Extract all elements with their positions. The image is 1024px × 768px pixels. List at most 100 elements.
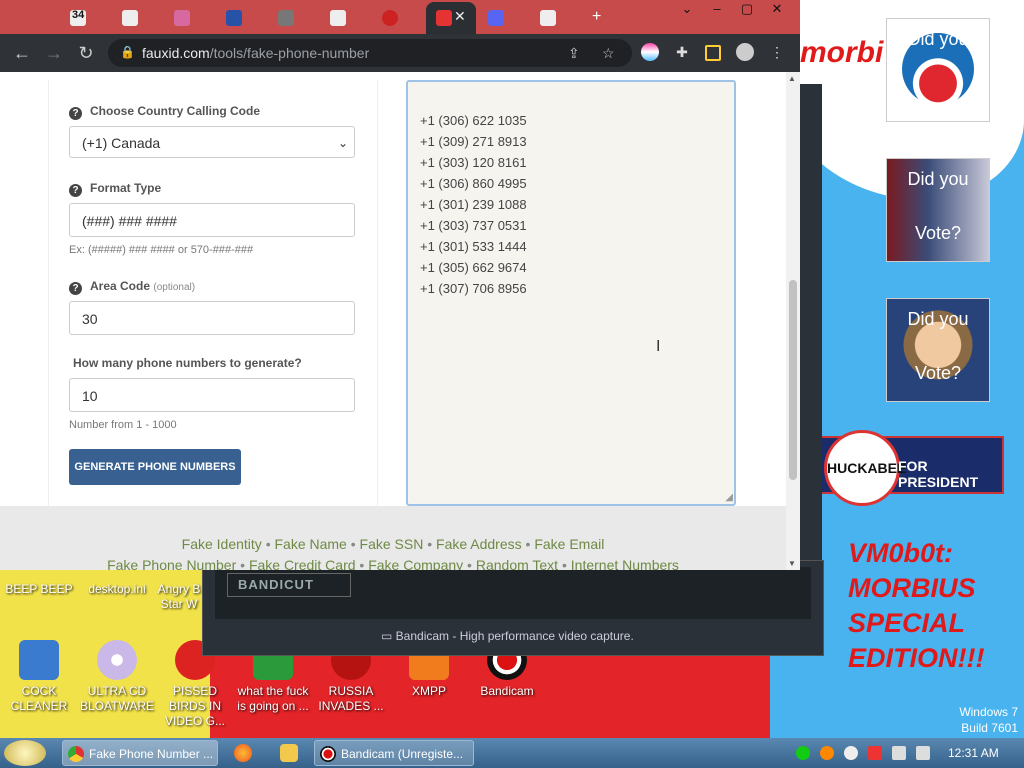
footer-link-fake-identity[interactable]: Fake Identity	[182, 536, 262, 552]
tray-smiley-icon[interactable]	[844, 746, 858, 760]
reload-icon[interactable]: ↻	[74, 42, 98, 64]
profile-avatar-icon[interactable]	[736, 43, 754, 61]
fauxid-icon	[436, 10, 452, 26]
url-text: fauxid.com/tools/fake-phone-number	[142, 45, 370, 61]
tab-4[interactable]	[216, 6, 258, 30]
footer-link-fake-address[interactable]: Fake Address	[436, 536, 522, 552]
footer-link-internet-numbers[interactable]: Internet Numbers	[571, 557, 679, 570]
ad-text: Did you	[907, 169, 969, 189]
help-icon[interactable]: ?	[69, 184, 82, 197]
tab-3[interactable]	[164, 6, 206, 30]
tab-7[interactable]	[372, 6, 414, 30]
windows-build: Build 7601	[961, 721, 1018, 735]
share-icon[interactable]: ⇪	[568, 45, 580, 62]
bandicam-tooltip: ▭ Bandicam - High performance video capt…	[381, 629, 634, 643]
count-label: How many phone numbers to generate?	[73, 356, 302, 370]
tab-10[interactable]	[530, 6, 572, 30]
ad-text: Vote?	[914, 223, 962, 243]
separator: •	[350, 536, 356, 552]
text-cursor-icon: I	[656, 338, 661, 355]
footer-link-fake-name[interactable]: Fake Name	[274, 536, 346, 552]
taskbar-bandicam[interactable]: Bandicam (Unregiste...	[314, 740, 474, 766]
desktop-icon-beep-beep[interactable]: BEEP BEEP	[0, 582, 78, 597]
tab-9[interactable]	[478, 6, 520, 30]
address-bar[interactable]: 🔒 fauxid.com/tools/fake-phone-number ⇪ ☆	[108, 39, 632, 67]
page-scrollbar[interactable]: ▲ ▼	[786, 72, 800, 570]
tab-close-icon[interactable]: ✕	[454, 8, 466, 25]
huckabee-banner[interactable]: HUCKABEE FOR PRESIDENT	[820, 430, 1004, 506]
ad-obama-logo[interactable]: Did you	[886, 18, 990, 122]
start-button[interactable]	[4, 740, 46, 766]
browser-toolbar: ← → ↻ 🔒 fauxid.com/tools/fake-phone-numb…	[0, 34, 800, 72]
scroll-down-icon[interactable]: ▼	[788, 559, 796, 568]
bandicut-button[interactable]: BANDICUT	[227, 573, 351, 597]
area-code-input[interactable]: 30	[69, 301, 355, 335]
wallpaper-title: morbi	[800, 36, 884, 69]
footer-link-random-text[interactable]: Random Text	[476, 557, 558, 570]
file-explorer-icon[interactable]	[280, 744, 298, 762]
scrollbar-thumb[interactable]	[789, 280, 797, 480]
tray-network-icon[interactable]	[892, 746, 906, 760]
desktop-icon-desktop-ini[interactable]: desktop.ini	[78, 582, 156, 597]
resize-grip-icon[interactable]: ◢	[725, 492, 733, 503]
tab-1[interactable]: 34	[60, 6, 102, 30]
lock-icon: 🔒	[120, 45, 135, 59]
back-icon[interactable]: ←	[10, 42, 34, 64]
taskbar: Fake Phone Number ... Bandicam (Unregist…	[0, 738, 1024, 768]
help-icon[interactable]: ?	[69, 107, 82, 120]
tab-fauxid-active[interactable]: ✕	[426, 2, 476, 34]
footer-link-fake-email[interactable]: Fake Email	[534, 536, 604, 552]
format-label: ? Format Type	[69, 181, 161, 197]
separator: •	[240, 557, 246, 570]
extensions-puzzle-icon[interactable]: ✚	[673, 43, 691, 61]
area-label: ? Area Code (optional)	[69, 279, 195, 295]
tab-5[interactable]	[268, 6, 310, 30]
menu-kebab-icon[interactable]: ⋮	[768, 43, 786, 61]
windows-watermark: Windows 7 Build 7601	[959, 704, 1018, 736]
taskbar-chrome[interactable]: Fake Phone Number ...	[62, 740, 218, 766]
phone-number: +1 (307) 706 8956	[420, 281, 527, 296]
help-icon[interactable]: ?	[69, 282, 82, 295]
maximize-icon[interactable]: ▢	[732, 0, 762, 20]
firefox-icon[interactable]	[234, 744, 252, 762]
ad-vote-flag[interactable]: Did you Vote?	[886, 158, 990, 262]
tray-record-icon[interactable]	[796, 746, 810, 760]
tray-search-icon[interactable]	[820, 746, 834, 760]
count-input[interactable]: 10	[69, 378, 355, 412]
slogan-line: SPECIAL	[848, 608, 966, 638]
phone-number: +1 (306) 622 1035	[420, 113, 527, 128]
footer-link-fake-phone-number[interactable]: Fake Phone Number	[107, 557, 236, 570]
scroll-up-icon[interactable]: ▲	[788, 74, 796, 83]
tray-flag-icon[interactable]	[868, 746, 882, 760]
desktop-icon-label: desktop.ini	[88, 582, 146, 596]
separator: •	[561, 557, 567, 570]
desktop-icon-ultra-cd[interactable]: ULTRA CD BLOATWARE	[78, 640, 156, 714]
footer-link-fake-ssn[interactable]: Fake SSN	[360, 536, 424, 552]
new-tab-button[interactable]: +	[584, 6, 614, 30]
ad-vote-portrait[interactable]: Did you Vote?	[886, 298, 990, 402]
forward-icon[interactable]: →	[42, 42, 66, 64]
country-select[interactable]: (+1) Canada ⌄	[69, 126, 355, 158]
format-input[interactable]: (###) ### ####	[69, 203, 355, 237]
tab-label: 34	[72, 9, 85, 21]
tab-search-icon[interactable]: ⌄	[672, 0, 702, 20]
bookmark-star-icon[interactable]: ☆	[602, 45, 615, 62]
extension-flag-icon[interactable]	[641, 43, 659, 61]
desktop-icon-angry-birds-star-wars[interactable]: Angry B Star W	[156, 582, 202, 612]
results-textarea[interactable]: +1 (306) 622 1035 +1 (309) 271 8913 +1 (…	[406, 80, 736, 506]
desktop-icon-label: what the fuck is going on ...	[237, 684, 309, 713]
footer-link-fake-credit-card[interactable]: Fake Credit Card	[249, 557, 356, 570]
generate-button[interactable]: GENERATE PHONE NUMBERS	[69, 449, 241, 485]
footer-link-fake-company[interactable]: Fake Company	[368, 557, 463, 570]
tab-6[interactable]	[320, 6, 362, 30]
minimize-icon[interactable]: –	[702, 0, 732, 20]
taskbar-clock[interactable]: 12:31 AM	[948, 746, 999, 760]
sidebar-icon[interactable]	[705, 45, 721, 61]
phone-number: +1 (301) 533 1444	[420, 239, 527, 254]
desktop-icon-cock-cleaner[interactable]: COCK CLEANER	[0, 640, 78, 714]
tray-volume-icon[interactable]	[916, 746, 930, 760]
tab-2[interactable]	[112, 6, 154, 30]
country-select-value: (+1) Canada	[82, 135, 161, 151]
close-window-icon[interactable]: ✕	[762, 0, 792, 20]
country-label: ? Choose Country Calling Code	[69, 104, 260, 120]
